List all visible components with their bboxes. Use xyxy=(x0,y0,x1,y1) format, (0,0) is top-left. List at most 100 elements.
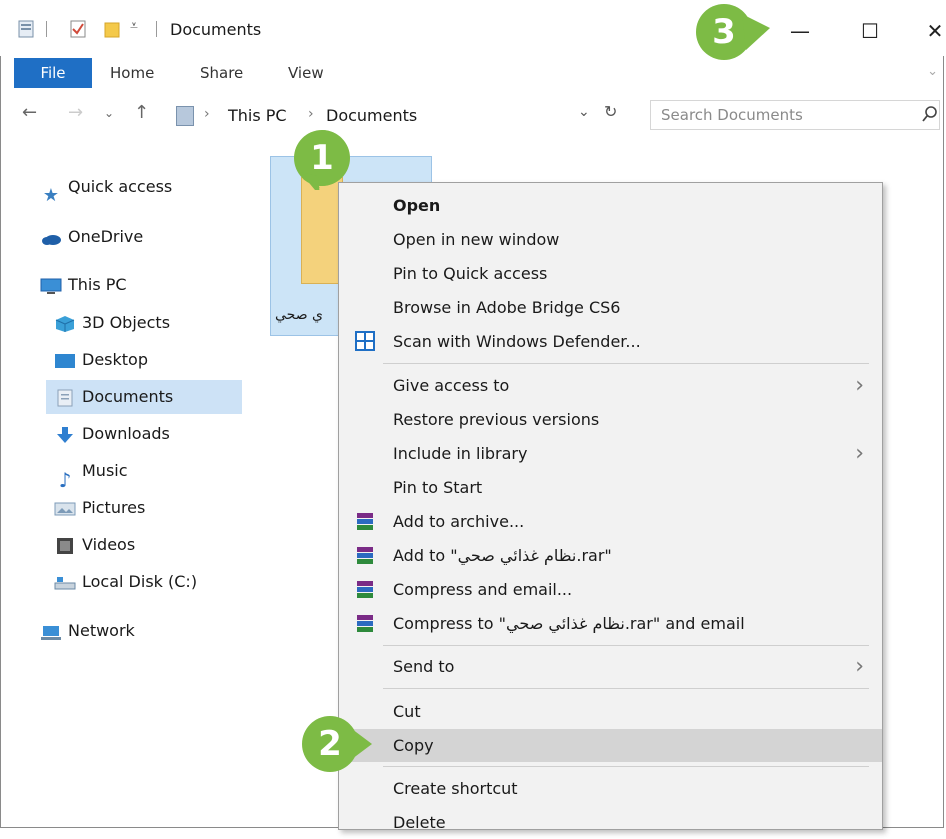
nav-label: Desktop xyxy=(82,350,148,369)
menu-item-pin-to-start[interactable]: Pin to Start xyxy=(339,471,882,504)
menu-label: Add to "نظام غذائي صحي.rar" xyxy=(393,546,612,565)
menu-item-add-to-archive[interactable]: Add to archive... xyxy=(339,505,882,538)
menu-item-open[interactable]: Open xyxy=(339,189,882,222)
badge-number: 3 xyxy=(712,12,736,52)
menu-label: Open xyxy=(393,196,441,215)
menu-label: Compress and email... xyxy=(393,580,573,599)
pictures-icon xyxy=(54,502,76,515)
defender-icon xyxy=(355,331,375,351)
nav-label: Pictures xyxy=(82,498,146,517)
winrar-icon xyxy=(357,581,373,598)
menu-item-include-in-library[interactable]: Include in library › xyxy=(339,437,882,470)
nav-item-this-pc[interactable]: This PC xyxy=(40,268,127,302)
submenu-arrow-icon: › xyxy=(855,654,864,679)
badge-number: 1 xyxy=(310,138,334,178)
nav-item-videos[interactable]: Videos xyxy=(54,528,135,562)
menu-item-compress-and-email[interactable]: Compress and email... xyxy=(339,573,882,606)
nav-label: Network xyxy=(68,621,135,640)
nav-item-downloads[interactable]: Downloads xyxy=(54,417,170,451)
maximize-button[interactable]: ☐ xyxy=(850,14,890,48)
up-icon[interactable]: ↑ xyxy=(134,102,149,123)
breadcrumb-separator: › xyxy=(308,106,314,122)
properties-icon[interactable] xyxy=(18,20,34,38)
menu-label: Add to archive... xyxy=(393,512,525,531)
menu-item-restore-versions[interactable]: Restore previous versions xyxy=(339,403,882,436)
checkmark-icon[interactable] xyxy=(70,20,86,38)
menu-item-add-to-rar[interactable]: Add to "نظام غذائي صحي.rar" xyxy=(339,539,882,572)
video-icon xyxy=(57,537,73,554)
music-icon: ♪ xyxy=(58,467,72,492)
menu-label: Cut xyxy=(393,702,421,721)
navigation-pane: ★ Quick access OneDrive This PC 3D Object… xyxy=(0,170,245,670)
menu-label: Pin to Quick access xyxy=(393,264,548,283)
menu-item-browse-in-bridge[interactable]: Browse in Adobe Bridge CS6 xyxy=(339,291,882,324)
nav-label: Videos xyxy=(82,535,136,554)
cube-icon xyxy=(55,315,75,332)
expand-ribbon-icon[interactable]: ⌄ xyxy=(927,64,938,79)
menu-item-scan-defender[interactable]: Scan with Windows Defender... xyxy=(339,325,882,358)
menu-label: Compress to "نظام غذائي صحي.rar" and ema… xyxy=(393,614,745,633)
menu-label: Create shortcut xyxy=(393,779,518,798)
menu-label: Restore previous versions xyxy=(393,410,600,429)
winrar-icon xyxy=(357,615,373,632)
menu-item-copy[interactable]: Copy xyxy=(339,729,882,762)
nav-item-quick-access[interactable]: ★ Quick access xyxy=(40,170,173,206)
menu-item-pin-to-quick-access[interactable]: Pin to Quick access xyxy=(339,257,882,290)
nav-item-pictures[interactable]: Pictures xyxy=(54,491,145,525)
menu-item-open-in-new-window[interactable]: Open in new window xyxy=(339,223,882,256)
submenu-arrow-icon: › xyxy=(855,373,864,398)
nav-label: This PC xyxy=(68,275,127,294)
nav-item-3d-objects[interactable]: 3D Objects xyxy=(54,306,170,340)
recent-locations-icon[interactable]: ⌄ xyxy=(104,106,114,120)
menu-separator xyxy=(383,645,869,646)
computer-icon xyxy=(40,278,62,294)
menu-label: Copy xyxy=(393,736,434,755)
breadcrumb-separator: › xyxy=(204,106,210,122)
menu-item-give-access[interactable]: Give access to › xyxy=(339,369,882,402)
window-title: Documents xyxy=(170,20,262,39)
step-badge-2: 2 xyxy=(298,712,372,776)
nav-label: Documents xyxy=(82,387,174,406)
tab-home[interactable]: Home xyxy=(110,58,154,88)
menu-item-cut[interactable]: Cut xyxy=(339,695,882,728)
address-bar: ← → ⌄ ↑ › This PC › Documents ⌄ ↻ Search… xyxy=(0,96,946,136)
nav-item-local-disk[interactable]: Local Disk (C:) xyxy=(54,565,197,599)
nav-label: Quick access xyxy=(68,177,173,196)
search-input[interactable]: Search Documents xyxy=(650,100,940,130)
nav-item-network[interactable]: Network xyxy=(40,614,135,648)
refresh-icon[interactable]: ↻ xyxy=(604,102,617,121)
title-bar: ⩡ Documents — ☐ ✕ xyxy=(0,0,946,56)
menu-item-send-to[interactable]: Send to › xyxy=(339,650,882,683)
menu-separator xyxy=(383,766,869,767)
menu-item-create-shortcut[interactable]: Create shortcut xyxy=(339,772,882,805)
breadcrumb-documents[interactable]: Documents xyxy=(326,106,417,125)
breadcrumb-this-pc[interactable]: This PC xyxy=(228,106,287,125)
tab-file[interactable]: File xyxy=(14,58,92,88)
nav-label: OneDrive xyxy=(68,227,144,246)
nav-label: Downloads xyxy=(82,424,170,443)
tab-share[interactable]: Share xyxy=(200,58,243,88)
menu-label: Browse in Adobe Bridge CS6 xyxy=(393,298,621,317)
address-box[interactable]: › This PC › Documents xyxy=(176,100,636,130)
nav-item-onedrive[interactable]: OneDrive xyxy=(40,220,143,254)
download-icon xyxy=(57,426,73,443)
nav-item-desktop[interactable]: Desktop xyxy=(54,343,148,377)
new-folder-icon[interactable] xyxy=(104,20,120,38)
close-button[interactable]: ✕ xyxy=(915,14,946,48)
menu-item-compress-to-rar-email[interactable]: Compress to "نظام غذائي صحي.rar" and ema… xyxy=(339,607,882,640)
tab-view[interactable]: View xyxy=(288,58,324,88)
forward-icon[interactable]: → xyxy=(68,102,83,123)
menu-label: Scan with Windows Defender... xyxy=(393,332,641,351)
menu-item-delete[interactable]: Delete xyxy=(339,806,882,839)
nav-label: Music xyxy=(82,461,128,480)
nav-item-documents[interactable]: Documents xyxy=(46,380,242,414)
customize-toolbar-icon[interactable]: ⩡ xyxy=(130,18,138,34)
menu-label: Open in new window xyxy=(393,230,560,249)
back-icon[interactable]: ← xyxy=(22,102,37,123)
minimize-button[interactable]: — xyxy=(780,14,820,48)
nav-item-music[interactable]: ♪ Music xyxy=(54,454,128,492)
menu-label: Give access to xyxy=(393,376,510,395)
context-menu: Open Open in new window Pin to Quick acc… xyxy=(338,182,883,832)
address-dropdown-icon[interactable]: ⌄ xyxy=(578,104,590,120)
winrar-icon xyxy=(357,547,373,564)
